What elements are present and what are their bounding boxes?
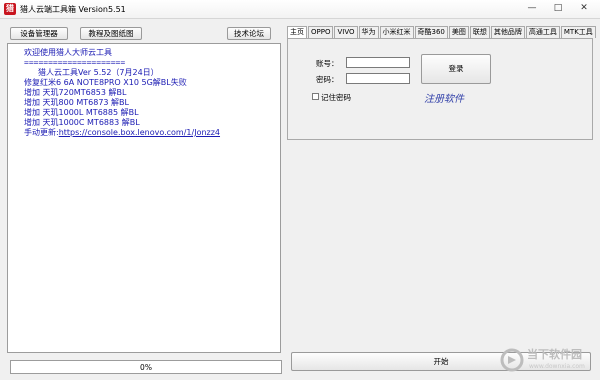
- account-input[interactable]: [346, 57, 410, 68]
- tab-home[interactable]: 主页: [287, 26, 307, 38]
- log-update-line: 手动更新:https://console.box.lenovo.com/1/Jo…: [24, 128, 280, 138]
- device-manager-button[interactable]: 设备管理器: [10, 27, 68, 40]
- tab-xiaomi[interactable]: 小米红米: [379, 26, 414, 38]
- progress-label: 0%: [140, 363, 152, 372]
- watermark-url: www.downxia.com: [529, 363, 585, 370]
- remember-password-checkbox[interactable]: [312, 93, 319, 100]
- login-panel: 账号： 密码： 登录 记住密码 注册软件: [287, 38, 593, 140]
- log-line: 增加 天玑800 MT6873 解BL: [24, 98, 129, 107]
- forum-button[interactable]: 技术论坛: [227, 27, 271, 40]
- register-software-link[interactable]: 注册软件: [424, 90, 464, 105]
- title-bar: 猎 猎人云端工具箱 Version5.51 — □ ✕: [0, 0, 600, 19]
- log-line: 增加 天玑1000L MT6885 解BL: [24, 108, 139, 117]
- brand-tabs: 主页 OPPO VIVO 华为 小米红米 奇酷360 美图 联想 其他品牌 高通…: [287, 26, 597, 38]
- tab-qiku360[interactable]: 奇酷360: [414, 26, 448, 38]
- tab-other-brands[interactable]: 其他品牌: [490, 26, 525, 38]
- tab-vivo[interactable]: VIVO: [334, 26, 358, 38]
- tab-meitu[interactable]: 美图: [448, 26, 469, 38]
- close-button[interactable]: ✕: [572, 2, 596, 16]
- window-controls: — □ ✕: [520, 2, 596, 16]
- log-output[interactable]: 欢迎使用猎人大师云工具 ===================== 猎人云工具V…: [7, 43, 281, 353]
- tab-oppo[interactable]: OPPO: [308, 26, 334, 38]
- update-label: 手动更新:: [24, 128, 59, 137]
- watermark-text: 当下软件园: [527, 348, 582, 361]
- tab-mtk-tools[interactable]: MTK工具: [560, 26, 596, 38]
- tab-huawei[interactable]: 华为: [358, 26, 379, 38]
- remember-password-label: 记住密码: [321, 93, 351, 102]
- log-line: 修复红米6 6A NOTE8PRO X10 5G解BL失败: [24, 78, 187, 87]
- password-label: 密码：: [316, 75, 339, 84]
- watermark-logo-icon: [500, 348, 524, 372]
- account-label: 账号：: [316, 59, 339, 68]
- tab-qualcomm-tools[interactable]: 高通工具: [525, 26, 560, 38]
- maximize-button[interactable]: □: [546, 2, 570, 16]
- log-line: 猎人云工具Ver 5.52（7月24日）: [38, 68, 159, 77]
- tutorial-button[interactable]: 教程及图纸图: [80, 27, 142, 40]
- password-input[interactable]: [346, 73, 410, 84]
- progress-bar: 0%: [10, 360, 282, 374]
- watermark: 当下软件园 www.downxia.com: [500, 344, 596, 376]
- log-line: 欢迎使用猎人大师云工具: [24, 48, 112, 57]
- log-line: 增加 天玑720MT6853 解BL: [24, 88, 127, 97]
- login-button[interactable]: 登录: [421, 54, 491, 84]
- app-logo-icon: 猎: [4, 3, 16, 15]
- tab-lenovo[interactable]: 联想: [469, 26, 490, 38]
- update-link[interactable]: https://console.box.lenovo.com/1/Jonzz4: [59, 128, 220, 137]
- log-line: 增加 天玑1000C MT6883 解BL: [24, 118, 140, 127]
- log-line: =====================: [24, 58, 126, 67]
- minimize-button[interactable]: —: [520, 2, 544, 16]
- window-title: 猎人云端工具箱 Version5.51: [20, 5, 126, 14]
